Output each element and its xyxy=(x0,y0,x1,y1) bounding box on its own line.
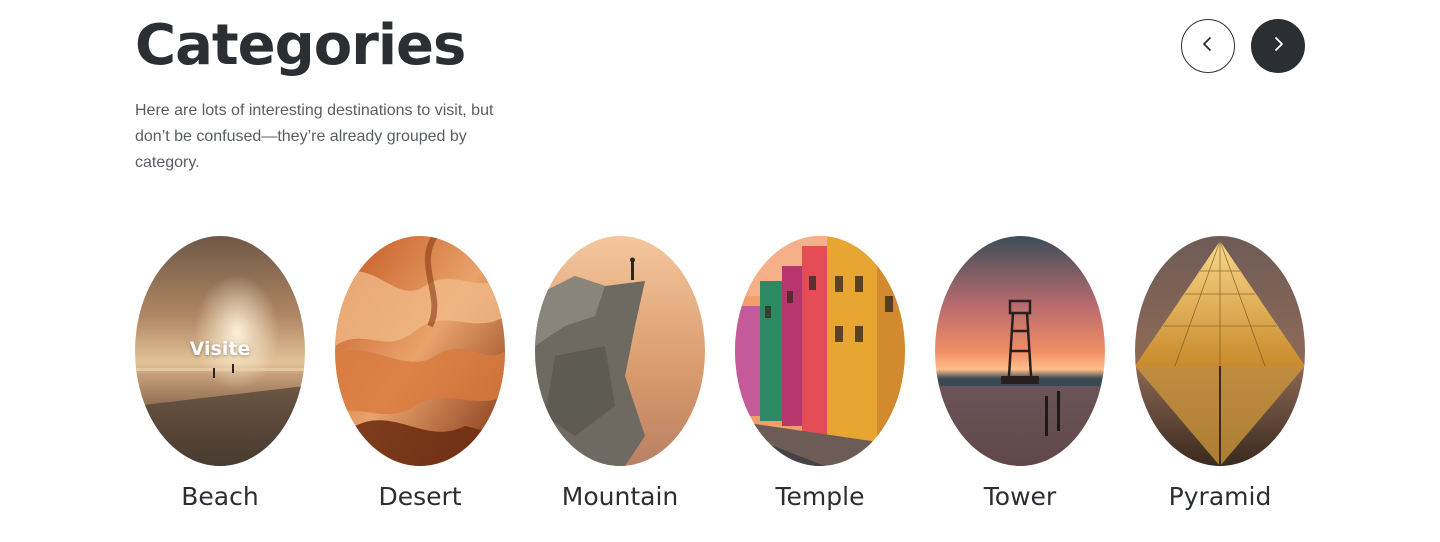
desert-canyon-image xyxy=(335,236,505,466)
tower-sunset-image xyxy=(935,236,1105,466)
previous-button[interactable] xyxy=(1181,19,1235,73)
category-label-mountain: Mountain xyxy=(561,482,679,511)
next-button[interactable] xyxy=(1251,19,1305,73)
category-card-mountain[interactable]: Mountain xyxy=(535,236,705,526)
categories-section: Categories Here are lots of interesting … xyxy=(0,0,1440,542)
visit-overlay-label[interactable]: Visite xyxy=(135,338,305,360)
category-card-tower[interactable]: Tower xyxy=(935,236,1105,526)
glass-pyramid-image xyxy=(1135,236,1305,466)
category-label-tower: Tower xyxy=(983,482,1057,511)
category-label-desert: Desert xyxy=(378,482,462,511)
page-title: Categories xyxy=(135,13,466,78)
category-card-pyramid[interactable]: Pyramid xyxy=(1135,236,1305,526)
category-label-temple: Temple xyxy=(775,482,865,511)
mountain-cliff-image xyxy=(535,236,705,466)
section-description: Here are lots of interesting destination… xyxy=(135,102,494,171)
category-card-temple[interactable]: Temple xyxy=(735,236,905,526)
chevron-left-icon xyxy=(1200,36,1216,57)
category-label-pyramid: Pyramid xyxy=(1168,482,1272,511)
category-card-desert[interactable]: Desert xyxy=(335,236,505,526)
category-card-beach[interactable]: Visite Beach xyxy=(135,236,305,526)
category-carousel: Visite Beach Desert Mountain Temple Towe… xyxy=(135,236,1305,526)
category-label-beach: Beach xyxy=(181,482,259,511)
colorful-houses-image xyxy=(735,236,905,466)
chevron-right-icon xyxy=(1270,36,1286,57)
